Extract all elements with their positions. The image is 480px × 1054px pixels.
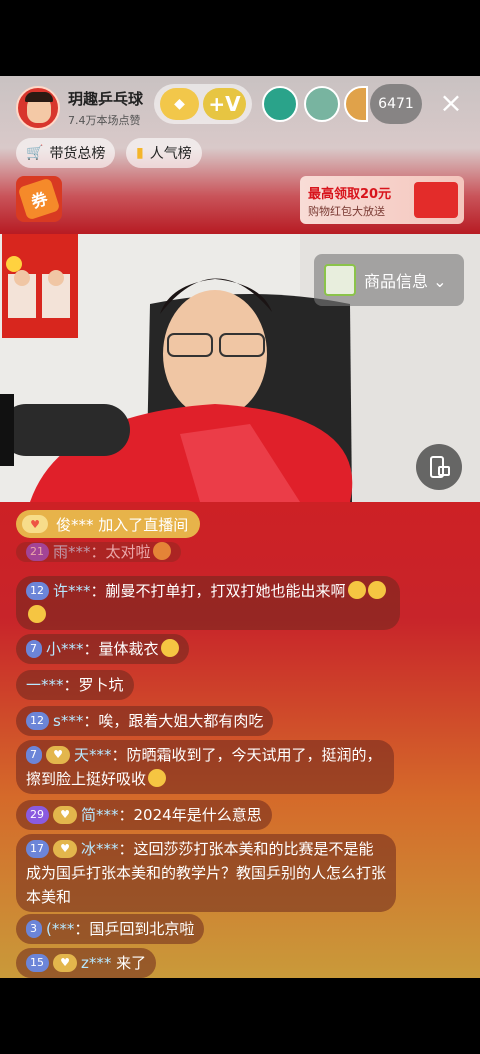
follow-button[interactable]: +V [203, 88, 246, 120]
red-packet-banner[interactable]: 最高领取20元 购物红包大放送 [300, 176, 464, 224]
coupon-button[interactable]: 券 [16, 176, 62, 222]
coupon-icon: 券 [17, 177, 61, 221]
chat-message[interactable]: 7 小***：量体裁衣 [16, 634, 189, 664]
product-info-button[interactable]: 商品信息 ⌄ [314, 254, 464, 306]
level-badge: 3 [26, 920, 42, 938]
level-badge: 15 [26, 954, 49, 972]
laugh-cry-icon [160, 639, 179, 657]
chat-message[interactable]: 29 ♥ 简***：2024年是什么意思 [16, 800, 272, 830]
level-badge: 7 [26, 746, 42, 764]
cart-icon: 🛒 [26, 145, 44, 161]
thumbs-up-icon [148, 769, 167, 787]
chat-username[interactable]: 许*** [53, 582, 91, 600]
product-thumbnail [324, 264, 356, 296]
chat-text: ：太对啦 [90, 543, 151, 561]
laugh-cry-icon [28, 605, 46, 623]
red-envelope-icon [414, 182, 458, 218]
chat-username[interactable]: 天*** [74, 746, 112, 764]
viewer-avatar-2[interactable] [304, 86, 340, 122]
thumbs-up-icon [152, 542, 171, 560]
follow-group[interactable]: ◆ +V [154, 84, 252, 124]
chat-text: ：唉，跟着大姐大都有肉吃 [83, 712, 264, 730]
join-notice: ♥ 俊*** 加入了直播间 [16, 510, 201, 538]
goods-rank-label: 带货总榜 [49, 146, 106, 162]
diamond-icon[interactable]: ◆ [160, 88, 200, 120]
level-badge: 29 [26, 806, 49, 824]
viewer-avatar-1[interactable] [262, 86, 298, 122]
fan-badge-icon: ♥ [53, 840, 77, 858]
product-info-label: 商品信息 ⌄ [364, 272, 447, 291]
level-badge: 12 [26, 582, 49, 600]
close-icon[interactable]: × [436, 88, 466, 118]
chat-username[interactable]: 一*** [26, 676, 64, 694]
join-notice-text: 俊*** 加入了直播间 [56, 515, 189, 534]
popular-rank-chip[interactable]: ▮ 人气榜 [126, 138, 202, 168]
laugh-cry-icon [367, 581, 386, 599]
chat-username[interactable]: 小*** [46, 640, 84, 658]
fan-badge-icon: ♥ [46, 746, 70, 764]
chat-username[interactable]: 冰*** [81, 840, 119, 858]
chat-message[interactable]: 17 ♥ 冰***：这回莎莎打张本美和的比赛是不是能成为国乒打张本美和的教学片？教国… [16, 834, 396, 912]
goods-rank-chip[interactable]: 🛒 带货总榜 [16, 138, 116, 168]
heart-badge-icon: ♥ [22, 515, 48, 533]
fan-badge-icon: ♥ [53, 954, 77, 972]
level-badge: 17 [26, 840, 49, 858]
chat-text: ：2024年是什么意思 [118, 806, 262, 824]
bar-chart-icon: ▮ [136, 145, 144, 161]
team-poster [2, 234, 78, 338]
chat-text: 来了 [111, 954, 147, 972]
fan-badge-icon: ♥ [53, 806, 77, 824]
chat-username[interactable]: (*** [46, 920, 74, 938]
chat-message[interactable]: 3 (***：国乒回到北京啦 [16, 914, 205, 944]
screen-rotate-icon[interactable] [416, 444, 462, 490]
chat-text: ：蒯曼不打单打，打双打她也能出来啊 [90, 582, 346, 600]
chat-message[interactable]: 12 s***：唉，跟着大姐大都有肉吃 [16, 706, 274, 736]
chat-message[interactable]: 一***：罗卜坑 [16, 670, 134, 700]
chat-text: ：国乒回到北京啦 [74, 920, 195, 938]
laugh-cry-icon [347, 581, 366, 599]
viewer-count[interactable]: 6471 [370, 84, 422, 124]
live-room-screen: 玥趣乒乓球 7.4万本场点赞 ◆ +V 6471 × 🛒 带货总榜 ▮ 人气榜 … [0, 76, 480, 978]
host-card[interactable]: 玥趣乒乓球 7.4万本场点赞 [16, 82, 143, 134]
popular-rank-label: 人气榜 [149, 146, 192, 162]
chat-text: ：这回莎莎打张本美和的比赛是不是能成为国乒打张本美和的教学片？教国乒别的人怎么打… [26, 840, 387, 906]
chat-message[interactable]: 15 ♥ z*** 来了 [16, 948, 157, 978]
chat-username[interactable]: 简*** [81, 806, 119, 824]
chat-text: ：罗卜坑 [63, 676, 124, 694]
chat-username[interactable]: s*** [53, 712, 83, 730]
chat-username[interactable]: 雨*** [53, 543, 91, 561]
host-avatar[interactable] [16, 86, 60, 130]
host-name: 玥趣乒乓球 [68, 90, 144, 108]
chat-text: ：量体裁衣 [83, 640, 159, 658]
chat-message[interactable]: 7 ♥ 天***：防晒霜收到了，今天试用了，挺润的，擦到脸上挺好吸收 [16, 740, 394, 794]
chat-message[interactable]: 21 雨***：太对啦 [16, 542, 181, 562]
level-badge: 21 [26, 543, 49, 561]
red-packet-title: 最高领取20元 [308, 187, 392, 202]
chat-username[interactable]: z*** [81, 954, 111, 972]
red-packet-subtitle: 购物红包大放送 [308, 205, 385, 218]
level-badge: 7 [26, 640, 42, 658]
like-count: 7.4万本场点赞 [68, 114, 141, 127]
level-badge: 12 [26, 712, 49, 730]
chat-message[interactable]: 12 许***：蒯曼不打单打，打双打她也能出来啊 [16, 576, 400, 630]
